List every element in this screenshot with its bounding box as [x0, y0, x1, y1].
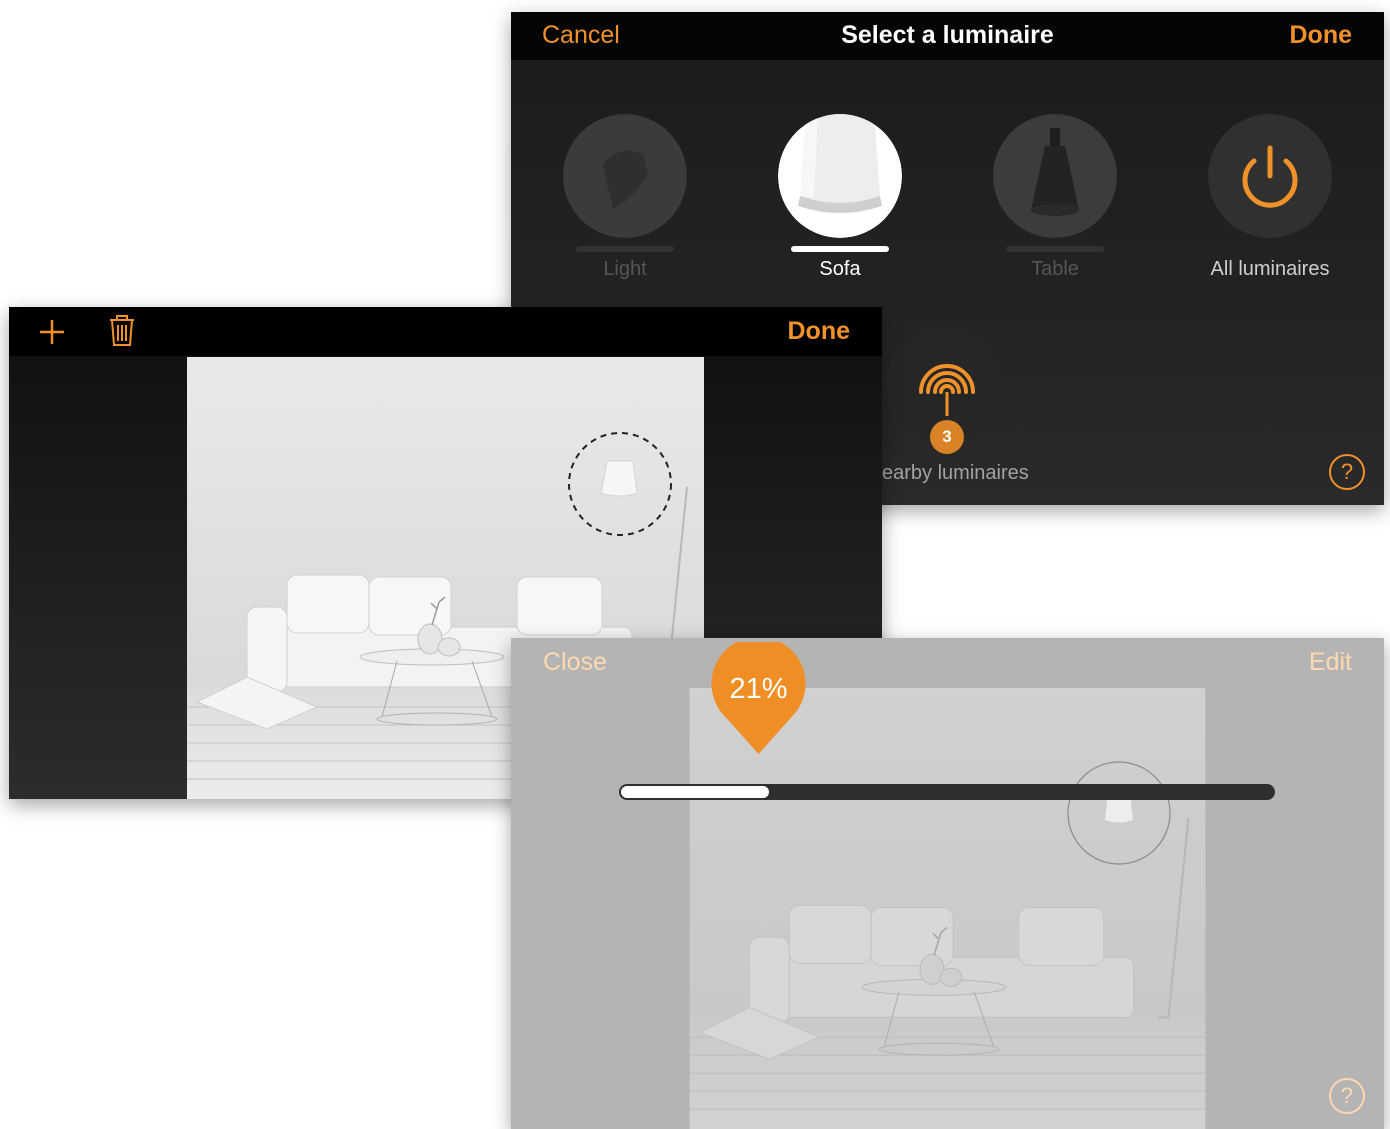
- all-luminaires-option[interactable]: [1208, 114, 1332, 238]
- room-photo-dimmed: [689, 688, 1206, 1129]
- luminaire-sofa-label: Sofa: [819, 258, 861, 280]
- editor-nav-bar: Done: [9, 307, 882, 356]
- trash-icon[interactable]: [108, 315, 136, 347]
- luminaire-table-label: Table: [1031, 258, 1079, 280]
- dimmer-help-button[interactable]: ?: [1329, 1078, 1365, 1114]
- plus-icon[interactable]: [37, 317, 67, 347]
- selector-done-button[interactable]: Done: [1290, 20, 1353, 50]
- sofa-selected-underline: [791, 246, 889, 252]
- selector-title: Select a luminaire: [841, 21, 1054, 49]
- luminaire-light-label: Light: [603, 258, 647, 280]
- selector-nav-bar: Select a luminaire Cancel Done: [511, 12, 1384, 60]
- nearby-luminaires-button[interactable]: 3: [886, 324, 1004, 454]
- brightness-slider-fill: [621, 786, 769, 798]
- help-icon: ?: [1340, 459, 1354, 484]
- all-luminaires-label: All luminaires: [1210, 258, 1330, 280]
- luminaire-table-option[interactable]: [993, 114, 1117, 238]
- luminaire-light-option[interactable]: [563, 114, 687, 238]
- brightness-panel: Close Edit 21% ?: [511, 638, 1384, 1129]
- nearby-count-badge: 3: [930, 420, 964, 454]
- luminaire-sofa-option[interactable]: [778, 114, 902, 238]
- cancel-button[interactable]: Cancel: [542, 20, 620, 50]
- luminaire-marker-dimmed[interactable]: [1064, 758, 1174, 868]
- brightness-value-label: 21%: [729, 673, 788, 705]
- table-underline: [1006, 246, 1104, 252]
- close-button[interactable]: Close: [543, 647, 607, 677]
- edit-button[interactable]: Edit: [1309, 647, 1352, 677]
- nearby-luminaires-label: earby luminaires: [882, 462, 1029, 484]
- light-underline: [576, 246, 674, 252]
- brightness-slider[interactable]: [619, 784, 1275, 800]
- placed-luminaire-marker[interactable]: [565, 429, 675, 539]
- help-icon: ?: [1340, 1083, 1354, 1108]
- help-button[interactable]: ?: [1329, 454, 1365, 490]
- editor-done-button[interactable]: Done: [788, 316, 851, 346]
